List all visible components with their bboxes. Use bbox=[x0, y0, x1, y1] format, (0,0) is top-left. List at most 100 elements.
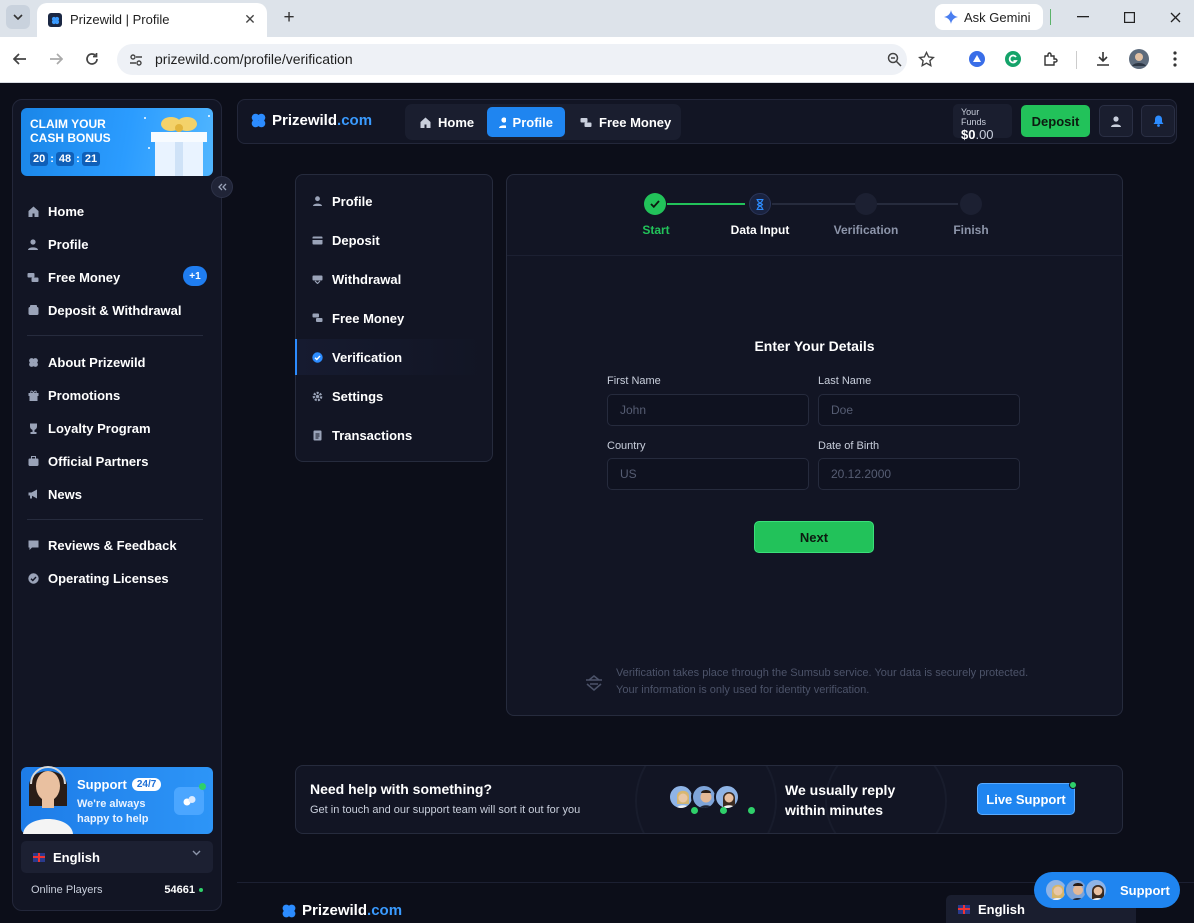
online-dot bbox=[1069, 781, 1077, 789]
profile-menu-settings[interactable]: Settings bbox=[312, 386, 383, 406]
star-icon[interactable] bbox=[918, 51, 935, 68]
minimize-button[interactable] bbox=[1070, 6, 1096, 28]
profile-menu-deposit[interactable]: Deposit bbox=[312, 230, 380, 250]
tab-search-button[interactable] bbox=[6, 5, 30, 29]
url-text: prizewild.com/profile/verification bbox=[155, 51, 353, 67]
dob-label: Date of Birth bbox=[818, 440, 880, 452]
profile-menu-withdrawal[interactable]: Withdrawal bbox=[312, 269, 401, 289]
online-dot bbox=[199, 783, 206, 790]
live-support-button[interactable]: Live Support bbox=[977, 783, 1075, 815]
grammarly-icon[interactable] bbox=[1001, 47, 1025, 71]
profile-menu-profile[interactable]: Profile bbox=[312, 191, 372, 211]
nav-profile[interactable]: Profile bbox=[487, 107, 565, 137]
sidebar-item-partners[interactable]: Official Partners bbox=[27, 451, 148, 471]
online-players-count: 54661 bbox=[164, 884, 195, 896]
sidebar-item-home[interactable]: Home bbox=[27, 201, 84, 221]
first-name-label: First Name bbox=[607, 375, 661, 387]
online-dot bbox=[748, 807, 755, 814]
nav-home[interactable]: Home bbox=[408, 107, 486, 137]
dob-input[interactable] bbox=[818, 458, 1020, 490]
sidebar-item-label: Deposit & Withdrawal bbox=[48, 302, 182, 318]
profile-menu-label: Settings bbox=[332, 388, 384, 404]
step-connector-done bbox=[667, 203, 745, 205]
account-button[interactable] bbox=[1099, 105, 1133, 137]
browser-toolbar: prizewild.com/profile/verification bbox=[0, 37, 1194, 83]
support-chat-button[interactable] bbox=[174, 787, 204, 815]
online-players: Online Players 54661 bbox=[31, 884, 203, 896]
step-start-label: Start bbox=[642, 223, 670, 237]
footer-logo[interactable]: Prizewild.com bbox=[281, 902, 402, 919]
profile-avatar[interactable] bbox=[1127, 47, 1151, 71]
check-icon bbox=[650, 200, 660, 208]
close-tab-icon[interactable]: ✕ bbox=[240, 9, 260, 29]
sidebar-item-about[interactable]: About Prizewild bbox=[27, 352, 146, 372]
browser-tab-active[interactable]: Prizewild | Profile ✕ bbox=[37, 3, 267, 37]
address-bar[interactable]: prizewild.com/profile/verification bbox=[117, 44, 935, 75]
country-input[interactable] bbox=[607, 458, 809, 490]
last-name-input[interactable] bbox=[818, 394, 1020, 426]
extension-icon[interactable] bbox=[965, 47, 989, 71]
download-icon[interactable] bbox=[1091, 47, 1115, 71]
reload-icon bbox=[86, 53, 98, 65]
gemini-icon bbox=[944, 10, 958, 24]
zoom-icon[interactable] bbox=[887, 52, 902, 67]
uk-flag-icon bbox=[958, 904, 970, 914]
user-icon bbox=[27, 238, 39, 250]
deposit-button[interactable]: Deposit bbox=[1021, 105, 1090, 137]
menu-kebab-icon[interactable] bbox=[1163, 47, 1187, 71]
bonus-timer: 20: 48: 21 bbox=[30, 152, 101, 166]
money-icon bbox=[312, 313, 323, 324]
sidebar-item-licenses[interactable]: Operating Licenses bbox=[27, 568, 169, 588]
online-dot bbox=[720, 807, 727, 814]
site-favicon bbox=[48, 13, 62, 27]
floating-support-button[interactable]: Support bbox=[1034, 872, 1180, 908]
sidebar-item-promotions[interactable]: Promotions bbox=[27, 385, 120, 405]
forward-button[interactable] bbox=[42, 45, 70, 73]
support-team-avatars bbox=[668, 784, 740, 810]
site-settings-icon[interactable] bbox=[129, 53, 143, 67]
sidebar-item-profile[interactable]: Profile bbox=[27, 234, 88, 254]
sidebar-item-label: Operating Licenses bbox=[48, 570, 169, 586]
funds-label: Your Funds bbox=[961, 107, 987, 127]
gift-box-illustration bbox=[144, 115, 210, 176]
footer-language-label: English bbox=[978, 901, 1025, 917]
sidebar-item-deposit-withdrawal[interactable]: Deposit & Withdrawal bbox=[27, 300, 182, 320]
profile-menu-free-money[interactable]: Free Money bbox=[312, 308, 404, 328]
maximize-button[interactable] bbox=[1116, 6, 1142, 28]
sidebar-item-reviews[interactable]: Reviews & Feedback bbox=[27, 535, 177, 555]
deposit-icon bbox=[312, 235, 323, 246]
first-name-input[interactable] bbox=[607, 394, 809, 426]
step-finish-label: Finish bbox=[953, 223, 989, 237]
profile-menu-transactions[interactable]: Transactions bbox=[312, 425, 412, 445]
next-button[interactable]: Next bbox=[754, 521, 874, 553]
chat-bubbles-icon bbox=[183, 796, 195, 806]
profile-menu-verification[interactable]: Verification bbox=[312, 347, 402, 367]
new-tab-button[interactable]: + bbox=[277, 6, 301, 30]
nav-free-money[interactable]: Free Money bbox=[568, 107, 683, 137]
sidebar-item-loyalty[interactable]: Loyalty Program bbox=[27, 418, 151, 438]
trophy-icon bbox=[27, 422, 39, 434]
language-label: English bbox=[53, 849, 100, 865]
notifications-button[interactable] bbox=[1141, 105, 1175, 137]
profile-menu-label: Profile bbox=[332, 193, 373, 209]
sidebar-language-select[interactable]: English bbox=[21, 841, 213, 873]
sidebar-item-label: Free Money bbox=[48, 269, 121, 285]
clover-logo-icon bbox=[251, 113, 266, 128]
claim-bonus-banner[interactable]: CLAIM YOUR CASH BONUS 20: 48: 21 bbox=[21, 108, 213, 176]
sidebar-item-free-money[interactable]: Free Money bbox=[27, 267, 120, 287]
ask-gemini-button[interactable]: Ask Gemini bbox=[935, 4, 1043, 30]
close-window-button[interactable] bbox=[1162, 6, 1188, 28]
profile-menu-label: Withdrawal bbox=[332, 271, 402, 287]
funds-cents: .00 bbox=[975, 127, 994, 142]
collapse-sidebar-button[interactable] bbox=[211, 176, 233, 198]
extensions-puzzle-icon[interactable] bbox=[1038, 47, 1062, 71]
arrow-left-icon bbox=[13, 53, 26, 65]
back-button[interactable] bbox=[6, 45, 34, 73]
sidebar-item-news[interactable]: News bbox=[27, 484, 82, 504]
online-players-label: Online Players bbox=[31, 884, 103, 896]
sidebar-item-label: Official Partners bbox=[48, 453, 149, 469]
arrow-right-icon bbox=[50, 53, 63, 65]
reload-button[interactable] bbox=[78, 45, 106, 73]
last-name-label: Last Name bbox=[818, 375, 872, 387]
site-logo[interactable]: Prizewild.com bbox=[250, 112, 372, 129]
